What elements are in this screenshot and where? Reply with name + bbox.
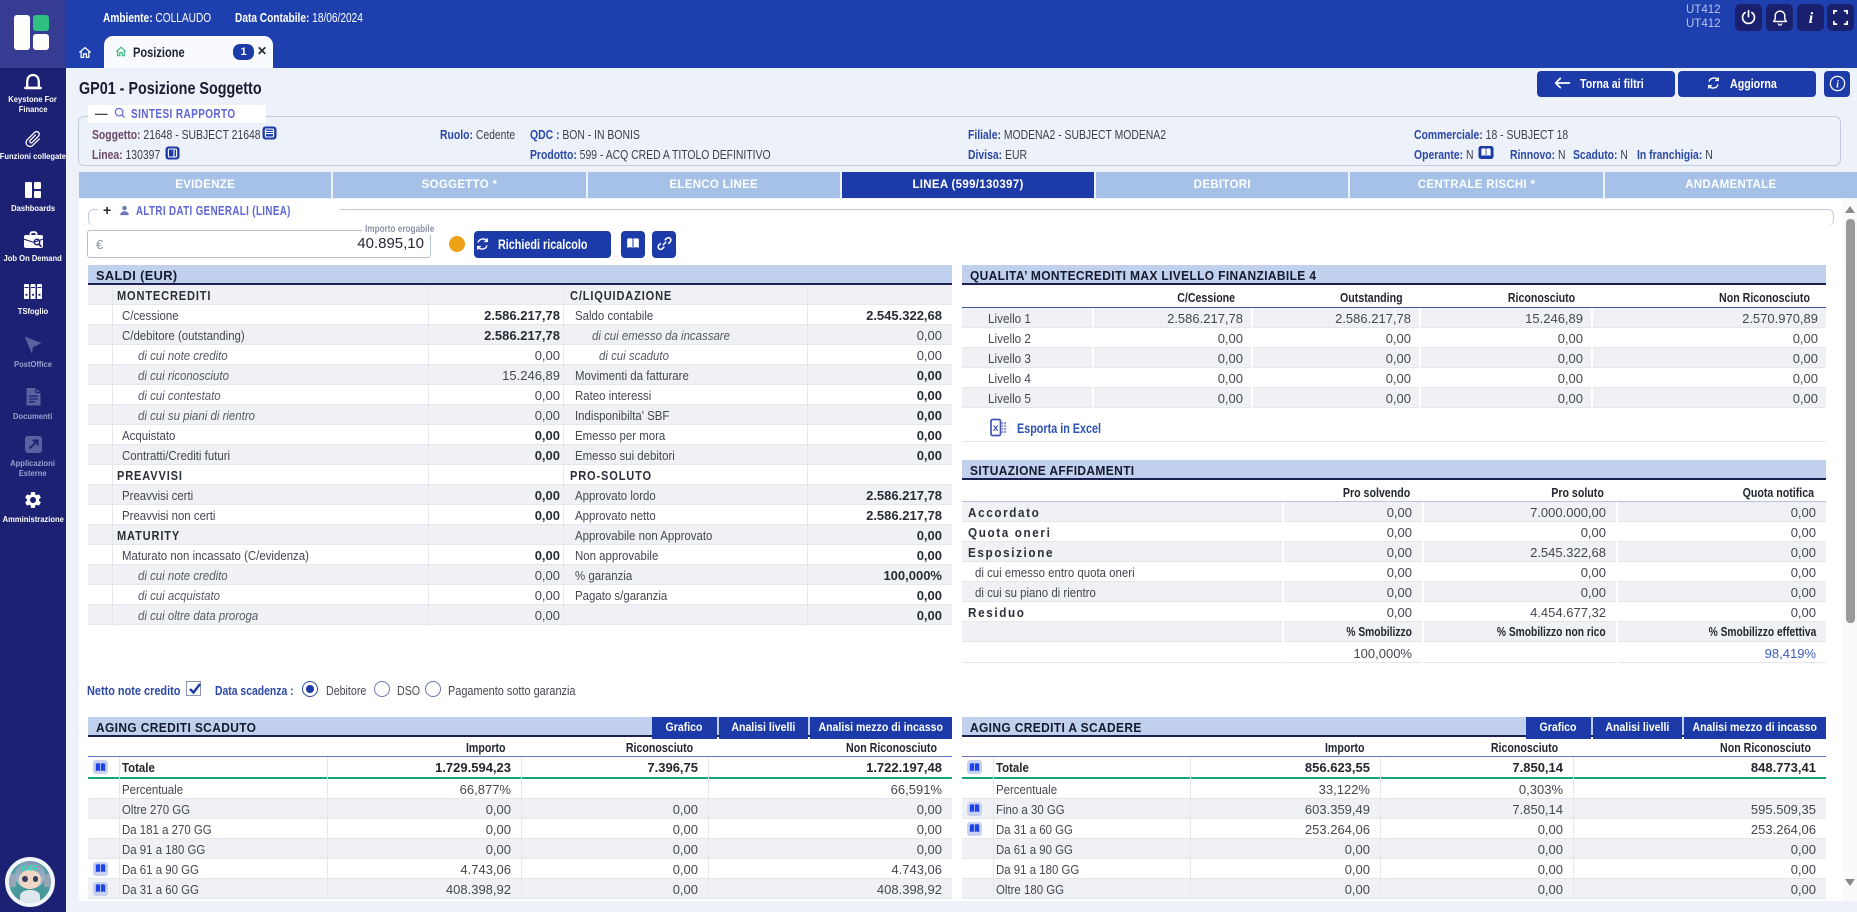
svg-text:i: i [1808, 10, 1813, 26]
svg-text:i: i [1836, 80, 1839, 91]
svg-text:x: x [993, 423, 999, 434]
